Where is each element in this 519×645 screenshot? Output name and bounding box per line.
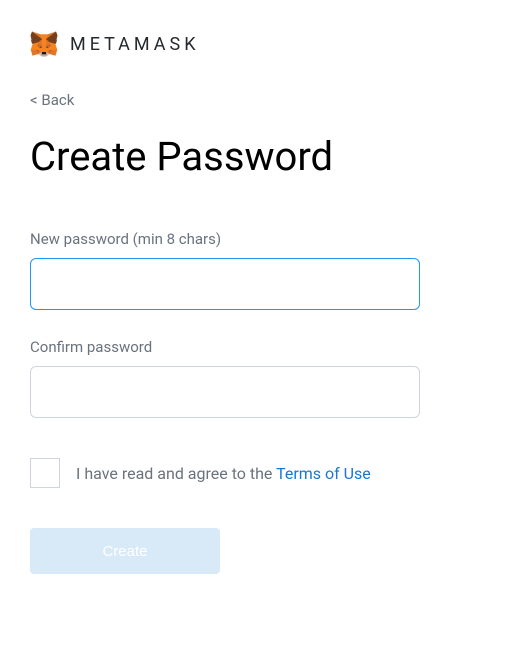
brand-name: METAMASK [70, 34, 200, 55]
create-button[interactable]: Create [30, 528, 220, 574]
metamask-fox-icon [30, 30, 58, 58]
confirm-password-group: Confirm password [30, 338, 489, 418]
terms-row: I have read and agree to the Terms of Us… [30, 458, 489, 488]
confirm-password-label: Confirm password [30, 338, 489, 356]
back-link[interactable]: < Back [30, 91, 74, 109]
new-password-group: New password (min 8 chars) [30, 230, 489, 310]
app-header: METAMASK [30, 30, 489, 58]
terms-prefix: I have read and agree to the [76, 464, 276, 483]
confirm-password-input[interactable] [30, 366, 420, 418]
new-password-input[interactable] [30, 258, 420, 310]
new-password-label: New password (min 8 chars) [30, 230, 489, 248]
terms-text: I have read and agree to the Terms of Us… [76, 464, 371, 483]
terms-checkbox[interactable] [30, 458, 60, 488]
page-title: Create Password [30, 133, 489, 180]
terms-link[interactable]: Terms of Use [276, 464, 371, 483]
